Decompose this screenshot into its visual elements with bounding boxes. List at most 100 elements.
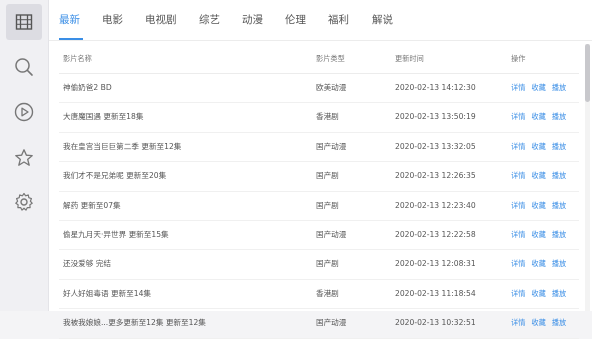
detail-link[interactable]: 详情 (511, 112, 525, 121)
table-row[interactable]: 我们才不是兄弟呢 更新至20集 国产剧 2020-02-13 12:26:35 详情收… (59, 162, 581, 192)
table-row[interactable]: 我在皇宫当巨巨第二季 更新至12集 国产动漫 2020-02-13 13:32:05… (59, 133, 581, 163)
nav-search-button[interactable] (6, 49, 42, 85)
play-link[interactable]: 播放 (552, 259, 566, 268)
nav-library-button[interactable] (6, 4, 42, 40)
row-actions: 详情 收藏 播放 (511, 309, 581, 337)
video-name: 我在皇宫当巨巨第二季 更新至12集 (63, 141, 182, 151)
tab-variety[interactable]: 综艺 (199, 0, 220, 40)
update-time: 2020-02-13 12:22:58 (395, 229, 476, 239)
update-time: 2020-02-13 13:50:19 (395, 112, 476, 122)
table-row[interactable]: 我被我娘娘...更多更新至12集 更新至12集 国产动漫 2020-02-13 10… (59, 309, 581, 339)
table-header: 影片名称 影片类型 更新时间 操作 (59, 45, 579, 74)
gear-icon (15, 192, 33, 211)
favorite-link[interactable]: 收藏 (531, 171, 545, 180)
header-actions: 操作 (511, 54, 526, 63)
video-name: 解药 更新至07集 (63, 200, 121, 210)
tab-latest[interactable]: 最新 (59, 0, 80, 40)
play-icon (14, 102, 34, 122)
play-link[interactable]: 播放 (552, 171, 566, 180)
row-actions: 详情 收藏 播放 (511, 133, 581, 161)
update-time: 2020-02-13 13:32:05 (395, 141, 476, 151)
scrollbar-thumb[interactable] (585, 44, 590, 102)
tab-tv-series[interactable]: 电视剧 (145, 0, 177, 40)
play-link[interactable]: 播放 (552, 230, 566, 239)
favorite-link[interactable]: 收藏 (531, 112, 545, 121)
header-time: 更新时间 (395, 54, 424, 63)
update-time: 2020-02-13 12:23:40 (395, 200, 476, 210)
star-icon (15, 149, 33, 166)
table-row[interactable]: 好人好姐毒语 更新至14集 香港剧 2020-02-13 11:18:54 详情 收藏播… (59, 280, 581, 310)
row-actions: 详情 收藏 播放 (511, 250, 581, 278)
favorite-link[interactable]: 收藏 (531, 318, 545, 327)
table-row[interactable]: 神偷奶爸2 BD 欧美动漫 2020-02-13 14:12:30 详情 收藏 播放 (59, 74, 581, 104)
play-link[interactable]: 播放 (552, 201, 566, 210)
tab-commentary[interactable]: 解说 (372, 0, 393, 40)
detail-link[interactable]: 详情 (511, 230, 525, 239)
video-name: 神偷奶爸2 BD (63, 83, 112, 92)
header-type: 影片类型 (316, 54, 345, 63)
favorite-link[interactable]: 收藏 (531, 201, 545, 210)
video-type: 国产动漫 (316, 141, 347, 151)
row-actions: 详情 收藏 播放 (511, 221, 581, 249)
video-type: 香港剧 (316, 112, 339, 122)
tab-welfare[interactable]: 福利 (328, 0, 349, 40)
video-type: 国产剧 (316, 200, 339, 210)
row-actions: 详情 收藏 播放 (511, 162, 581, 190)
active-tab-indicator (59, 38, 83, 40)
video-name: 我被我娘娘...更多更新至12集 更新至12集 (63, 318, 206, 328)
tab-anime[interactable]: 动漫 (242, 0, 263, 40)
row-actions: 详情 收藏 播放 (511, 280, 581, 308)
table-body: 神偷奶爸2 BD 欧美动漫 2020-02-13 14:12:30 详情 收藏 播放 大唐魔… (59, 74, 579, 339)
video-type: 国产剧 (316, 259, 339, 269)
content-panel: 最新 电影 电视剧 综艺 动漫 伦理 福利 解说 影片名称 影片类型 更新时间 … (49, 0, 592, 339)
video-type: 国产动漫 (316, 318, 347, 328)
table-row[interactable]: 偷星九月天·异世界 更新至15集 国产动漫 2020-02-13 12:22:58 详… (59, 221, 581, 251)
tab-ethics[interactable]: 伦理 (285, 0, 306, 40)
table-row[interactable]: 解药 更新至07集 国产剧 2020-02-13 12:23:40 详情 收藏 播放 (59, 192, 579, 221)
nav-settings-button[interactable] (6, 184, 42, 220)
table-row[interactable]: 还没爱够 完结 国产剧 2020-02-13 12:08:31 详情 收藏 播放 (59, 250, 581, 280)
detail-link[interactable]: 详情 (511, 259, 525, 268)
update-time: 2020-02-13 12:26:35 (395, 171, 476, 181)
favorite-link[interactable]: 收藏 (531, 230, 545, 239)
row-actions: 详情 收藏 播放 (511, 103, 581, 131)
video-name: 还没爱够 完结 (63, 259, 111, 269)
update-time: 2020-02-13 12:08:31 (395, 259, 476, 269)
tab-movies[interactable]: 电影 (102, 0, 123, 40)
nav-play-button[interactable] (6, 94, 42, 130)
video-name: 偷星九月天·异世界 更新至15集 (63, 229, 169, 239)
update-time: 2020-02-13 11:18:54 (395, 288, 476, 298)
favorite-link[interactable]: 收藏 (531, 289, 545, 298)
scrollbar[interactable] (585, 44, 590, 311)
detail-link[interactable]: 详情 (511, 171, 525, 180)
detail-link[interactable]: 详情 (511, 289, 525, 298)
play-link[interactable]: 播放 (552, 289, 566, 298)
detail-link[interactable]: 详情 (511, 318, 525, 327)
favorite-link[interactable]: 收藏 (531, 259, 545, 268)
row-actions: 详情 收藏 播放 (511, 74, 581, 102)
update-time: 2020-02-13 14:12:30 (395, 83, 476, 92)
film-icon (15, 14, 33, 30)
video-type: 香港剧 (316, 288, 339, 298)
play-link[interactable]: 播放 (552, 112, 566, 121)
table-row[interactable]: 大唐魔国遇 更新至18集 香港剧 2020-02-13 13:50:19 详情 收藏 播放 (59, 103, 581, 133)
update-time: 2020-02-13 10:32:51 (395, 318, 476, 328)
video-type: 国产动漫 (316, 229, 347, 239)
video-table: 影片名称 影片类型 更新时间 操作 神偷奶爸2 BD 欧美动漫 2020-02-13… (59, 45, 579, 339)
detail-link[interactable]: 详情 (511, 83, 525, 92)
play-link[interactable]: 播放 (552, 142, 566, 151)
favorite-link[interactable]: 收藏 (531, 83, 545, 92)
detail-link[interactable]: 详情 (511, 201, 525, 210)
favorite-link[interactable]: 收藏 (531, 142, 545, 151)
video-type: 国产剧 (316, 171, 339, 181)
play-link[interactable]: 播放 (552, 83, 566, 92)
detail-link[interactable]: 详情 (511, 142, 525, 151)
video-name: 好人好姐毒语 更新至14集 (63, 288, 152, 298)
row-actions: 详情 收藏 播放 (511, 192, 581, 220)
header-name: 影片名称 (63, 54, 92, 63)
nav-favorites-button[interactable] (6, 140, 42, 176)
search-icon (15, 58, 33, 76)
play-link[interactable]: 播放 (552, 318, 566, 327)
video-type: 欧美动漫 (316, 83, 347, 92)
video-name: 我们才不是兄弟呢 更新至20集 (63, 171, 167, 181)
